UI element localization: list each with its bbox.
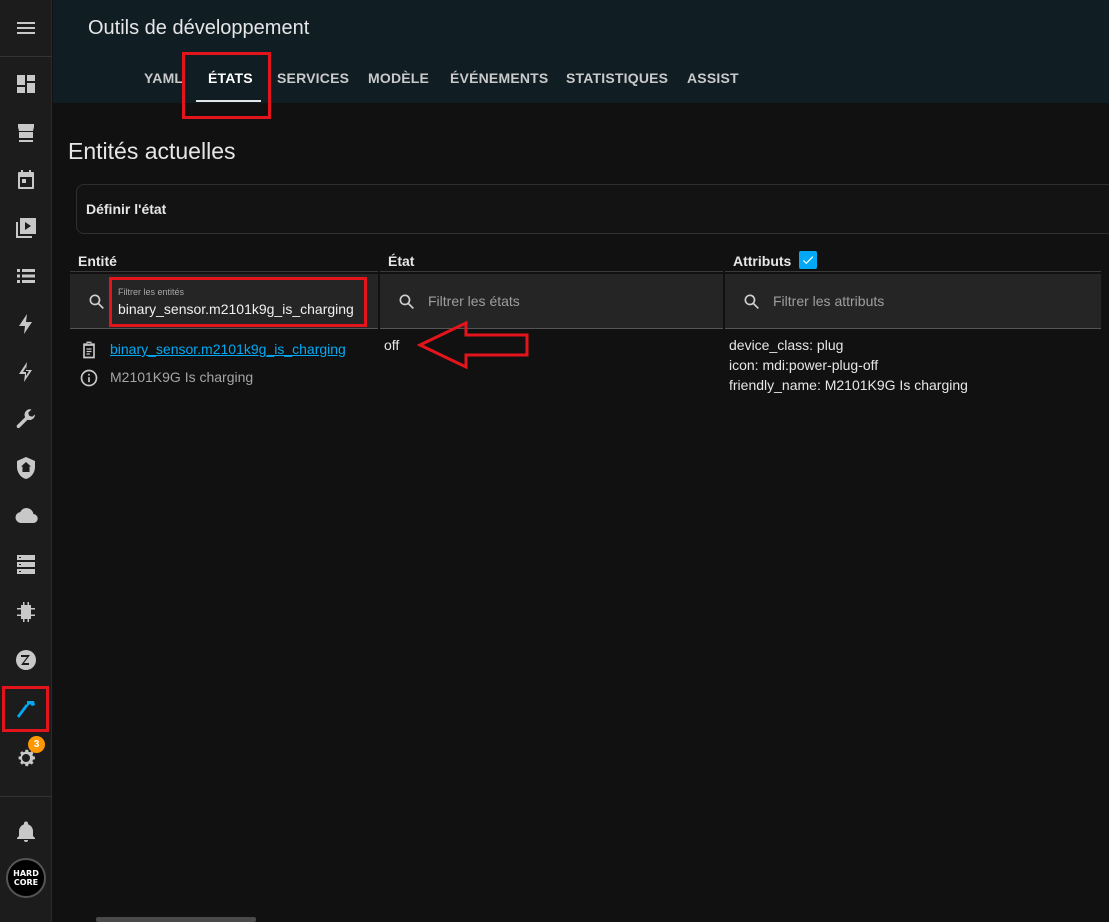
entity-state-value: off [384, 337, 400, 353]
top-app-bar: Outils de développement YAML ÉTATS SERVI… [53, 0, 1109, 103]
attribute-line: device_class: plug [729, 337, 844, 353]
attribute-line: icon: mdi:power-plug-off [729, 357, 879, 373]
horizontal-scrollbar[interactable] [96, 917, 256, 922]
wrench-icon[interactable] [0, 400, 52, 440]
column-divider [725, 271, 1101, 272]
menu-icon[interactable] [0, 8, 52, 48]
annotation-arrow [417, 320, 529, 370]
info-icon[interactable] [79, 368, 99, 388]
entity-filter-input[interactable]: binary_sensor.m2101k9g_is_charging [118, 301, 354, 317]
gear-icon[interactable]: 3 [0, 736, 52, 778]
attributes-filter-field[interactable]: Filtrer les attributs [725, 274, 1101, 329]
column-header-state: État [388, 253, 415, 269]
section-title: Entités actuelles [68, 138, 236, 164]
shield-home-icon[interactable] [0, 448, 52, 488]
sidebar-divider [0, 796, 52, 797]
attribute-line: friendly_name: M2101K9G Is charging [729, 377, 968, 393]
avatar-text-1: HARD [13, 869, 39, 878]
cloud-icon[interactable] [0, 496, 52, 536]
lightning-icon[interactable] [0, 304, 52, 344]
search-icon [87, 292, 107, 312]
column-divider [380, 271, 723, 272]
column-header-attributes: Attributs [733, 253, 792, 269]
list-icon[interactable] [0, 256, 52, 296]
tab-states[interactable]: ÉTATS [208, 70, 253, 86]
calendar-icon[interactable] [0, 160, 52, 200]
dashboard-icon[interactable] [0, 64, 52, 104]
lightning-outline-icon[interactable] [0, 352, 52, 392]
search-icon [742, 292, 762, 312]
bell-icon[interactable] [0, 812, 52, 852]
notification-badge: 3 [28, 736, 45, 753]
avatar[interactable]: HARD CORE [6, 858, 46, 898]
attributes-filter-placeholder: Filtrer les attributs [773, 293, 885, 309]
entity-friendly-name: M2101K9G Is charging [110, 369, 254, 385]
media-play-icon[interactable] [0, 208, 52, 248]
tab-events[interactable]: ÉVÉNEMENTS [450, 70, 548, 86]
active-tab-indicator [196, 100, 261, 102]
tab-yaml[interactable]: YAML [144, 70, 183, 86]
tab-statistics[interactable]: STATISTIQUES [566, 70, 668, 86]
state-filter-placeholder: Filtrer les états [428, 293, 520, 309]
server-icon[interactable] [0, 544, 52, 584]
entity-filter-field[interactable]: Filtrer les entités binary_sensor.m2101k… [70, 274, 378, 329]
set-state-card[interactable]: Définir l'état [76, 184, 1109, 234]
attributes-checkbox[interactable] [799, 251, 817, 269]
tab-assist[interactable]: ASSIST [687, 70, 739, 86]
zwave-icon[interactable] [0, 640, 52, 680]
sidebar: 3 HARD CORE [0, 0, 52, 922]
tab-services[interactable]: SERVICES [277, 70, 349, 86]
column-header-entity: Entité [78, 253, 117, 269]
set-state-title: Définir l'état [86, 201, 167, 217]
clipboard-icon[interactable] [79, 340, 99, 360]
column-divider [70, 271, 378, 272]
hacs-store-icon[interactable] [0, 112, 52, 152]
checkmark-icon [802, 256, 814, 265]
page-title: Outils de développement [88, 17, 310, 39]
hammer-icon[interactable] [0, 690, 52, 730]
entity-id-link[interactable]: binary_sensor.m2101k9g_is_charging [110, 341, 346, 357]
chip-icon[interactable] [0, 592, 52, 632]
entity-filter-label: Filtrer les entités [118, 287, 185, 297]
sidebar-divider [0, 56, 52, 57]
avatar-text-2: CORE [14, 878, 38, 887]
tab-template[interactable]: MODÈLE [368, 70, 429, 86]
search-icon [397, 292, 417, 312]
